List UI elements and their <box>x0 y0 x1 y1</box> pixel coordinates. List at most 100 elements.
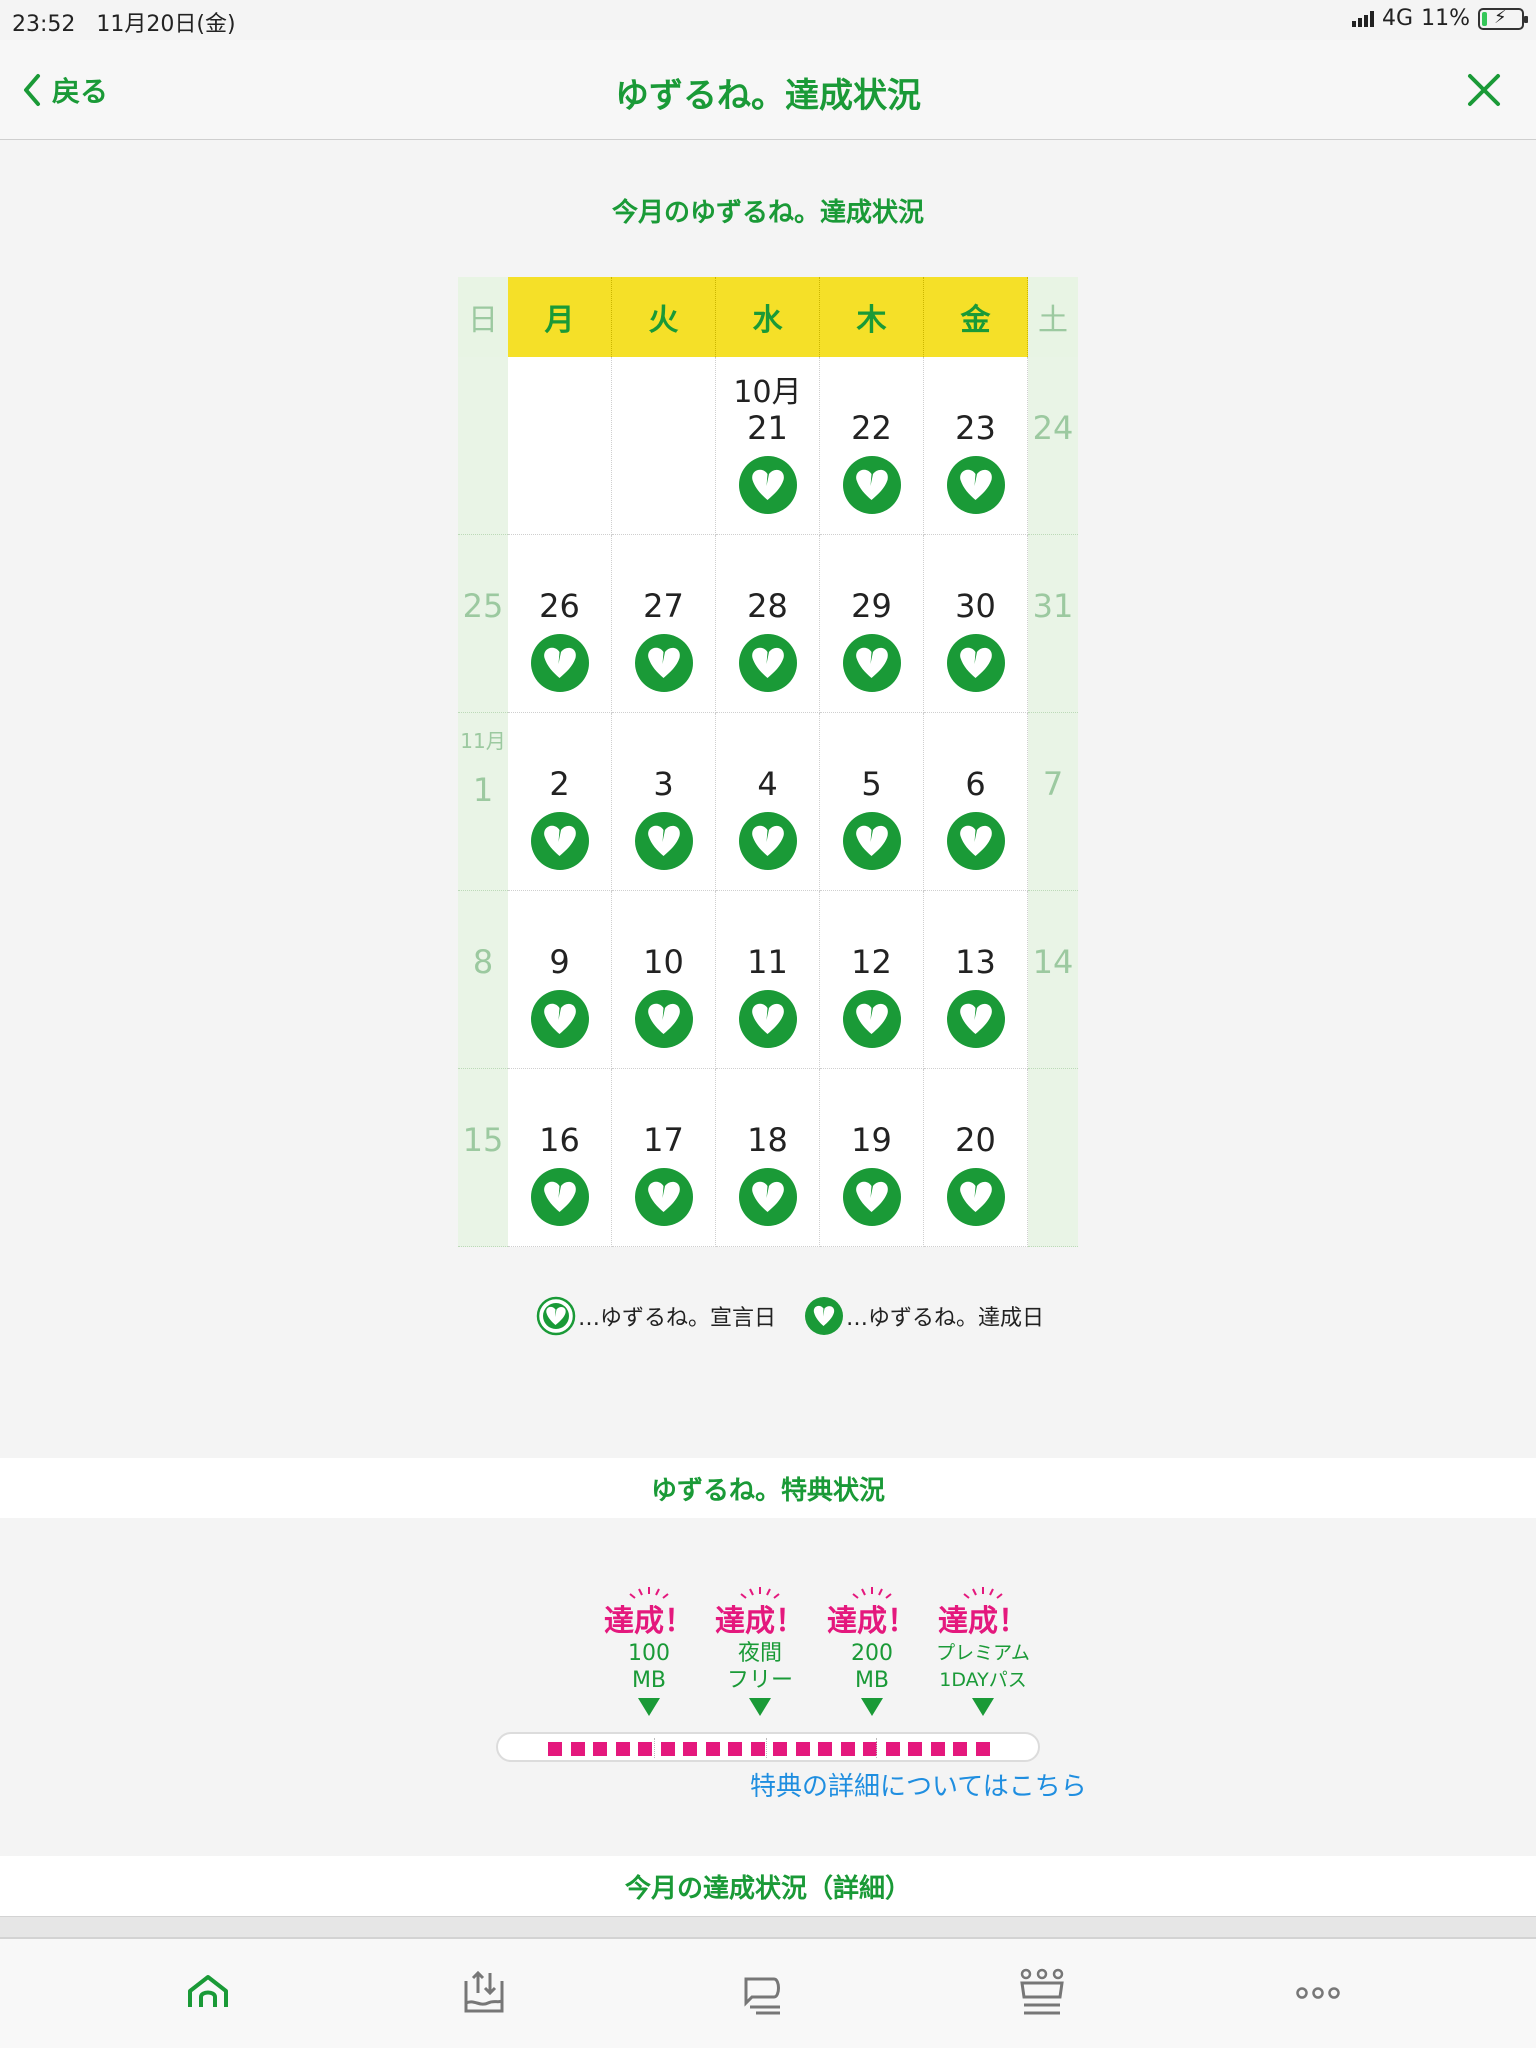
calendar-day: 23 <box>924 357 1028 535</box>
day-number: 20 <box>955 1121 996 1159</box>
achieved-mark-icon <box>947 634 1005 692</box>
weekday-thu: 木 <box>820 277 924 357</box>
chat-icon[interactable] <box>736 1967 788 2019</box>
day-number: 3 <box>653 765 674 803</box>
day-number: 15 <box>462 1121 504 1159</box>
weekday-wed: 水 <box>716 277 820 357</box>
achieved-mark-icon <box>635 812 693 870</box>
triangle-down-icon <box>972 1698 994 1716</box>
achieved-mark-icon <box>843 1168 901 1226</box>
milestone-reward-line2: MB <box>631 1668 667 1693</box>
day-number: 23 <box>955 409 996 447</box>
day-number: 14 <box>1032 943 1074 981</box>
achieved-mark-icon <box>739 634 797 692</box>
day-number: 18 <box>747 1121 788 1159</box>
sparkle-icon <box>852 1587 892 1599</box>
day-number: 4 <box>757 765 778 803</box>
milestone-status: 達成！ <box>715 1604 805 1639</box>
battery-percent: 11% <box>1421 6 1470 31</box>
progress-segment <box>885 1742 900 1756</box>
progress-segment <box>728 1742 742 1756</box>
month-label: 10月 <box>733 375 802 410</box>
home-icon[interactable] <box>182 1967 234 2019</box>
achieved-mark-icon <box>947 812 1005 870</box>
day-number: 11 <box>747 943 788 981</box>
day-number: 29 <box>851 587 892 625</box>
day-number: 9 <box>549 943 570 981</box>
progress-segment <box>975 1742 990 1756</box>
achieved-mark-icon <box>739 812 797 870</box>
calendar-day-sat: 7 <box>1028 713 1078 891</box>
calendar-day-sun: 11月 1 <box>458 713 508 891</box>
weekday-mon: 月 <box>508 277 612 357</box>
progress-milestone-tick <box>876 1738 877 1758</box>
progress-segment <box>908 1742 922 1756</box>
calendar-day-sat: 31 <box>1028 535 1078 713</box>
milestone-status: 達成！ <box>827 1604 917 1639</box>
milestone-reward-line1: 200 <box>851 1641 893 1666</box>
day-number: 16 <box>539 1121 580 1159</box>
achieved-mark-icon <box>843 990 901 1048</box>
day-number: 30 <box>955 587 996 625</box>
calendar-day: 19 <box>820 1069 924 1247</box>
calendar-header: 日 月 火 水 木 金 土 <box>458 277 1078 357</box>
ranking-icon[interactable] <box>1016 1967 1068 2019</box>
calendar-day: 13 <box>924 891 1028 1069</box>
calendar-day: 4 <box>716 713 820 891</box>
month-label: 11月 <box>460 729 506 753</box>
progress-segment <box>683 1742 697 1756</box>
achieved-mark-icon <box>531 990 589 1048</box>
rewards-section-title: ゆずるね。特典状況 <box>0 1458 1536 1518</box>
weekday-sun: 日 <box>458 277 508 357</box>
weekday-sat: 土 <box>1028 277 1078 357</box>
calendar-day: 18 <box>716 1069 820 1247</box>
milestone-status: 達成！ <box>938 1604 1028 1639</box>
calendar-day-sun: 15 <box>458 1069 508 1247</box>
milestone-reward-line1: 夜間 <box>737 1641 782 1666</box>
day-number: 7 <box>1042 765 1064 803</box>
calendar-week-row: 15 16 17 18 19 20 <box>458 1069 1078 1247</box>
achieved-mark-icon <box>635 634 693 692</box>
calendar-day: 26 <box>508 535 612 713</box>
day-number: 31 <box>1032 587 1074 625</box>
progress-segment <box>593 1742 607 1756</box>
reward-details-link[interactable]: 特典の詳細についてはこちら <box>750 1766 1087 1803</box>
data-share-icon[interactable] <box>458 1967 510 2019</box>
day-number: 24 <box>1032 409 1074 447</box>
calendar-day-sun: 8 <box>458 891 508 1069</box>
achieved-mark-icon <box>739 990 797 1048</box>
progress-segment <box>705 1742 720 1756</box>
day-number: 5 <box>861 765 882 803</box>
milestone-reward-line2: 1DAYパス <box>939 1669 1027 1691</box>
weekday-fri: 金 <box>924 277 1028 357</box>
progress-segment <box>840 1742 855 1756</box>
sparkle-icon <box>629 1587 669 1599</box>
status-time: 23:52 11月20日(金) <box>12 12 236 37</box>
achieved-mark-icon <box>635 1168 693 1226</box>
status-right: 4G 11% ⚡ <box>1352 6 1528 31</box>
calendar-day: 30 <box>924 535 1028 713</box>
more-icon[interactable] <box>1292 1967 1344 2019</box>
calendar-day: 29 <box>820 535 924 713</box>
legend-declared: …ゆずるね。宣言日 <box>536 1296 776 1336</box>
page-title: ゆずるね。達成状況 <box>615 76 921 116</box>
calendar-day: 9 <box>508 891 612 1069</box>
legend-achieved-label: …ゆずるね。達成日 <box>846 1306 1045 1331</box>
milestone-reward-line2: MB <box>854 1668 890 1693</box>
calendar-day: 10月 21 <box>716 357 820 535</box>
achieved-mark-icon <box>947 456 1005 514</box>
status-bar: 23:52 11月20日(金) 4G 11% ⚡ <box>0 0 1536 40</box>
achieved-mark-icon <box>739 456 797 514</box>
sparkle-icon <box>963 1587 1003 1599</box>
day-number: 17 <box>643 1121 684 1159</box>
day-number: 26 <box>539 587 580 625</box>
legend-achieved: …ゆずるね。達成日 <box>804 1296 1044 1336</box>
calendar-body: 10月 21 22 23 24 25 26 27 28 29 30 31 11月 1 2 3 4 5 6 7 8 9 10 1… <box>458 357 1078 1247</box>
progress-segment <box>615 1742 630 1756</box>
triangle-down-icon <box>638 1698 660 1716</box>
calendar-day <box>508 357 612 535</box>
calendar-week-row: 25 26 27 28 29 30 31 <box>458 535 1078 713</box>
reward-milestone: 達成！ 100 MB <box>594 1586 704 1716</box>
progress-segment <box>863 1742 877 1756</box>
close-icon[interactable] <box>1462 68 1506 112</box>
